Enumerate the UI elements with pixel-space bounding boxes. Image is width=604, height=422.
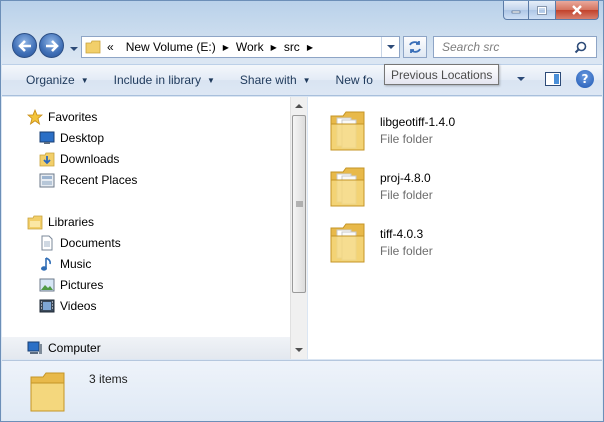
music-icon — [38, 256, 55, 272]
preview-pane-icon — [545, 72, 561, 86]
file-type: File folder — [380, 131, 433, 146]
back-forward-group — [9, 32, 79, 59]
share-with-button[interactable]: Share with ▼ — [240, 73, 311, 87]
maximize-button[interactable] — [529, 1, 555, 20]
chevron-down-icon — [70, 47, 78, 51]
close-icon — [572, 5, 582, 15]
folder-icon — [330, 223, 365, 263]
nav-downloads[interactable]: Downloads — [38, 149, 119, 169]
preview-pane-button[interactable] — [544, 70, 562, 88]
pictures-icon — [38, 277, 55, 293]
search-input[interactable] — [434, 40, 570, 54]
include-in-library-button[interactable]: Include in library ▼ — [114, 73, 215, 87]
nav-scrollbar[interactable] — [290, 97, 307, 359]
recent-places-icon — [38, 172, 55, 188]
file-name: tiff-4.0.3 — [380, 226, 424, 241]
nav-desktop[interactable]: Desktop — [38, 128, 104, 148]
close-button[interactable] — [555, 1, 599, 20]
chevron-down-icon: ▼ — [207, 75, 215, 85]
nav-libraries[interactable]: Libraries — [26, 212, 94, 232]
file-text: libgeotiff-1.4.0 File folder — [380, 115, 455, 146]
back-arrow-icon — [17, 39, 31, 52]
file-type: File folder — [380, 187, 433, 202]
nav-videos[interactable]: Videos — [38, 296, 96, 316]
breadcrumb-volume[interactable]: New Volume (E:) ▶ — [120, 40, 230, 54]
command-bar-right: ? — [498, 70, 594, 88]
chevron-down-icon — [386, 45, 395, 49]
breadcrumb-arrow-icon[interactable]: ▶ — [270, 43, 278, 52]
caption-buttons — [503, 1, 599, 20]
breadcrumb-arrow-icon[interactable]: ▶ — [306, 43, 314, 52]
refresh-button[interactable] — [403, 36, 427, 58]
details-pane: 3 items — [2, 360, 602, 421]
forward-button[interactable] — [39, 33, 64, 58]
downloads-icon — [38, 151, 55, 167]
command-bar: Organize ▼ Include in library ▼ Share with… — [2, 64, 602, 96]
help-button[interactable]: ? — [576, 70, 594, 88]
breadcrumb-src[interactable]: src ▶ — [278, 40, 314, 54]
back-button[interactable] — [12, 33, 37, 58]
address-bar[interactable]: « New Volume (E:) ▶ Work ▶ src ▶ — [81, 36, 400, 58]
breadcrumb-arrow-icon[interactable]: ▶ — [222, 43, 230, 52]
file-list: libgeotiff-1.4.0 File folder proj-4.8.0 … — [308, 97, 602, 359]
forward-arrow-icon — [45, 39, 59, 52]
minimize-icon — [511, 10, 521, 14]
explorer-window: « New Volume (E:)▶ Work▶ src▶ Organize▼ … — [0, 0, 604, 422]
breadcrumb-overflow[interactable]: « — [101, 40, 120, 54]
recent-pages-button[interactable] — [69, 42, 79, 52]
chevron-down-icon: ▼ — [80, 75, 89, 85]
refresh-icon — [409, 41, 421, 53]
navigation-pane: Favorites Desktop Downloads Recent Place… — [2, 97, 290, 359]
view-options-button[interactable] — [512, 70, 530, 88]
file-item[interactable]: tiff-4.0.3 File folder — [328, 215, 528, 269]
nav-documents[interactable]: Documents — [38, 233, 121, 253]
minimize-button[interactable] — [503, 1, 529, 20]
libraries-icon — [26, 214, 43, 230]
folder-icon — [30, 372, 65, 412]
scroll-down-button[interactable] — [291, 342, 307, 358]
navigation-row: « New Volume (E:) ▶ Work ▶ src ▶ — [1, 29, 603, 61]
tooltip: Previous Locations — [384, 64, 500, 85]
nav-pictures[interactable]: Pictures — [38, 275, 103, 295]
grip-icon — [295, 201, 303, 207]
scrollbar-thumb[interactable] — [292, 115, 306, 293]
computer-icon — [26, 340, 43, 356]
nav-computer[interactable]: Computer — [2, 337, 290, 359]
new-folder-button[interactable]: New fo — [336, 73, 373, 87]
folder-icon — [330, 111, 365, 151]
nav-recent-places[interactable]: Recent Places — [38, 170, 137, 190]
folder-icon — [330, 167, 365, 207]
file-name: proj-4.8.0 — [380, 170, 431, 185]
star-icon — [26, 109, 43, 125]
nav-favorites[interactable]: Favorites — [26, 107, 97, 127]
chevron-down-icon — [295, 348, 303, 352]
file-item[interactable]: proj-4.8.0 File folder — [328, 159, 528, 213]
folder-icon — [85, 40, 101, 54]
organize-button[interactable]: Organize ▼ — [26, 73, 89, 87]
scroll-up-button[interactable] — [291, 98, 307, 114]
documents-icon — [38, 235, 55, 251]
file-text: proj-4.8.0 File folder — [380, 171, 433, 202]
address-history-button[interactable] — [381, 37, 399, 57]
desktop-icon — [38, 130, 55, 146]
chevron-down-icon: ▼ — [302, 75, 311, 85]
file-type: File folder — [380, 243, 433, 258]
search-icon[interactable] — [570, 41, 590, 54]
chevron-up-icon — [295, 104, 303, 108]
maximize-icon — [537, 5, 547, 15]
chevron-down-icon — [517, 77, 525, 81]
file-item[interactable]: libgeotiff-1.4.0 File folder — [328, 103, 528, 157]
file-name: libgeotiff-1.4.0 — [380, 114, 456, 129]
nav-music[interactable]: Music — [38, 254, 91, 274]
file-text: tiff-4.0.3 File folder — [380, 227, 433, 258]
videos-icon — [38, 298, 55, 314]
help-icon: ? — [581, 72, 589, 86]
item-count: 3 items — [89, 372, 128, 386]
breadcrumb-work[interactable]: Work ▶ — [230, 40, 278, 54]
search-box — [433, 36, 597, 58]
